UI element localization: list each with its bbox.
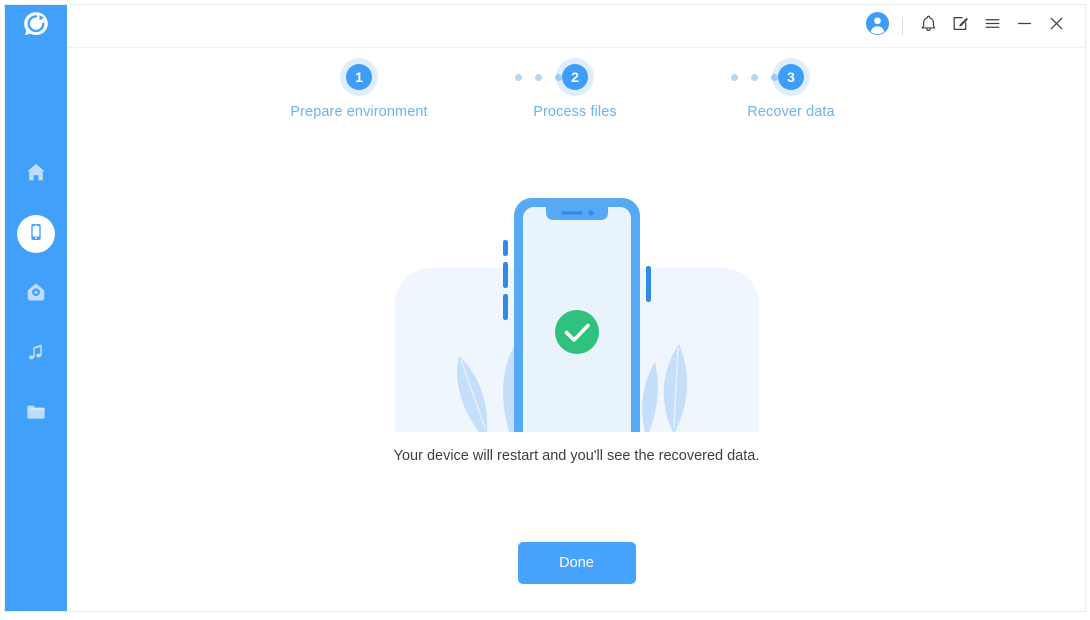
titlebar-separator	[902, 16, 903, 35]
notifications-button[interactable]	[912, 10, 944, 42]
step-recover-data[interactable]: 3 Recover data	[681, 64, 901, 120]
step-number-badge: 2	[562, 64, 588, 90]
step-label: Recover data	[747, 104, 835, 120]
step-indicator: 1 Prepare environment 2 Process files 3 …	[67, 64, 1086, 150]
sidebar-item-home[interactable]	[4, 144, 67, 204]
close-icon	[1047, 14, 1066, 38]
phone-success-illustration	[387, 192, 767, 432]
app-window: 1 Prepare environment 2 Process files 3 …	[0, 0, 1090, 620]
sidebar-item-cloud[interactable]	[4, 264, 67, 324]
cloud-icon	[25, 281, 47, 308]
sidebar-item-files[interactable]	[4, 384, 67, 444]
step-label: Prepare environment	[290, 104, 428, 120]
main-content: 1 Prepare environment 2 Process files 3 …	[67, 4, 1086, 612]
sidebar-item-music[interactable]	[4, 324, 67, 384]
step-label: Process files	[533, 104, 617, 120]
minimize-button[interactable]	[1008, 10, 1040, 42]
step-number-badge: 1	[346, 64, 372, 90]
feedback-icon	[951, 14, 970, 38]
action-bar: Done	[67, 542, 1086, 584]
account-avatar-icon	[865, 11, 890, 41]
account-button[interactable]	[861, 10, 893, 42]
minimize-icon	[1015, 14, 1034, 38]
titlebar-controls	[861, 4, 1072, 47]
step-prepare-environment[interactable]: 1 Prepare environment	[249, 64, 469, 120]
menu-button[interactable]	[976, 10, 1008, 42]
titlebar	[67, 4, 1086, 48]
recovery-logo-icon	[22, 10, 50, 43]
step-process-files[interactable]: 2 Process files	[465, 64, 685, 120]
bell-icon	[919, 14, 938, 38]
menu-icon	[983, 14, 1002, 38]
music-icon	[26, 342, 46, 367]
sidebar-nav	[4, 144, 67, 444]
phone-icon	[26, 222, 46, 247]
folder-icon	[25, 401, 47, 428]
step-number-badge: 3	[778, 64, 804, 90]
sidebar-item-phone[interactable]	[4, 204, 67, 264]
feedback-button[interactable]	[944, 10, 976, 42]
sidebar	[4, 4, 67, 612]
done-button[interactable]: Done	[517, 542, 636, 584]
status-message: Your device will restart and you'll see …	[393, 448, 760, 464]
close-button[interactable]	[1040, 10, 1072, 42]
app-logo[interactable]	[4, 4, 67, 48]
home-icon	[25, 161, 47, 188]
